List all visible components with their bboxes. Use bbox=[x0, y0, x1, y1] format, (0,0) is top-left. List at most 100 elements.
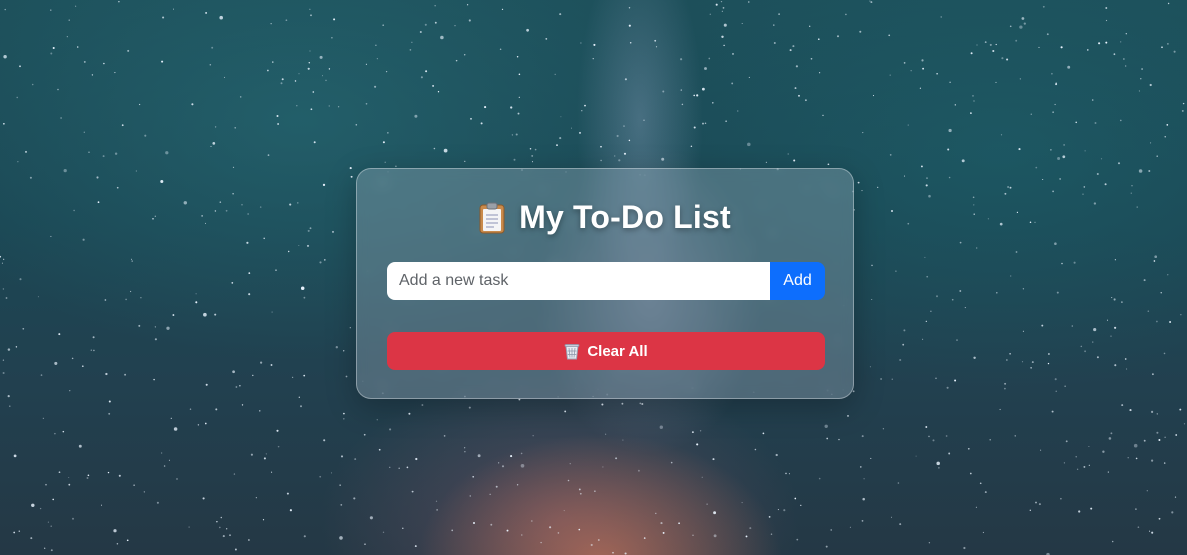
star bbox=[1064, 385, 1066, 387]
star bbox=[637, 469, 640, 472]
star bbox=[333, 18, 336, 21]
star bbox=[39, 507, 42, 510]
star bbox=[45, 483, 47, 486]
star bbox=[50, 9, 52, 11]
star bbox=[1041, 324, 1044, 327]
star bbox=[434, 21, 437, 24]
star bbox=[910, 70, 912, 72]
star bbox=[818, 477, 821, 480]
star bbox=[44, 547, 46, 549]
star bbox=[436, 509, 438, 511]
star bbox=[557, 532, 560, 534]
add-button[interactable]: Add bbox=[770, 262, 825, 300]
star bbox=[22, 327, 25, 330]
star bbox=[29, 176, 32, 179]
star bbox=[936, 461, 940, 466]
star bbox=[680, 58, 683, 61]
star bbox=[1046, 33, 1049, 36]
star bbox=[976, 247, 978, 249]
star bbox=[1105, 19, 1108, 22]
star bbox=[713, 534, 717, 538]
star bbox=[1135, 457, 1138, 460]
star bbox=[1083, 186, 1086, 188]
star bbox=[530, 520, 533, 522]
star bbox=[124, 373, 127, 376]
star bbox=[116, 186, 119, 189]
star bbox=[160, 179, 164, 184]
star bbox=[678, 522, 680, 525]
star bbox=[1181, 109, 1184, 112]
star bbox=[1035, 166, 1038, 169]
star bbox=[58, 333, 61, 336]
star bbox=[307, 229, 310, 232]
star bbox=[1015, 39, 1018, 42]
star bbox=[1034, 221, 1036, 223]
star bbox=[335, 346, 338, 349]
star bbox=[863, 478, 865, 480]
star bbox=[976, 44, 978, 46]
star bbox=[464, 451, 466, 453]
star bbox=[1091, 99, 1094, 101]
star bbox=[1096, 356, 1099, 359]
star bbox=[470, 117, 472, 120]
star bbox=[1098, 42, 1101, 45]
star bbox=[480, 122, 483, 125]
star bbox=[402, 527, 404, 530]
star bbox=[928, 194, 931, 198]
star bbox=[754, 448, 757, 451]
star bbox=[133, 484, 135, 486]
star bbox=[1021, 17, 1025, 20]
star bbox=[560, 116, 562, 118]
star bbox=[516, 484, 519, 486]
star bbox=[723, 23, 727, 27]
star bbox=[154, 215, 156, 217]
star bbox=[1114, 326, 1117, 329]
star bbox=[9, 405, 11, 407]
star bbox=[1054, 378, 1057, 381]
star bbox=[73, 209, 75, 212]
star bbox=[468, 19, 471, 22]
star bbox=[463, 54, 466, 56]
star bbox=[382, 141, 385, 144]
star bbox=[300, 405, 302, 408]
clear-all-button[interactable]: Clear All bbox=[387, 332, 825, 370]
star bbox=[989, 438, 991, 441]
star bbox=[1038, 46, 1040, 48]
star bbox=[670, 461, 673, 464]
star bbox=[545, 38, 548, 40]
star bbox=[999, 408, 1001, 411]
star bbox=[890, 516, 893, 518]
star bbox=[50, 549, 53, 552]
star bbox=[559, 137, 562, 140]
star bbox=[940, 16, 942, 18]
star bbox=[859, 30, 862, 33]
new-task-input[interactable] bbox=[387, 262, 770, 300]
star bbox=[205, 383, 208, 386]
star bbox=[690, 145, 693, 148]
star bbox=[17, 161, 19, 163]
star bbox=[1167, 2, 1170, 5]
star bbox=[680, 89, 682, 91]
star bbox=[602, 466, 604, 468]
star bbox=[584, 104, 586, 107]
page-title: My To-Do List bbox=[519, 199, 731, 235]
star bbox=[1138, 169, 1143, 173]
star bbox=[1052, 111, 1054, 113]
star bbox=[225, 209, 228, 212]
star bbox=[722, 7, 725, 9]
star bbox=[2, 371, 5, 375]
star bbox=[1137, 526, 1140, 529]
star bbox=[615, 457, 618, 460]
star bbox=[289, 203, 292, 206]
star bbox=[975, 506, 977, 508]
star bbox=[877, 186, 879, 189]
star bbox=[921, 59, 924, 62]
star bbox=[691, 431, 694, 434]
star bbox=[309, 227, 312, 230]
star bbox=[1019, 78, 1021, 80]
star bbox=[556, 144, 558, 147]
star bbox=[623, 152, 627, 155]
star bbox=[1146, 490, 1148, 492]
star bbox=[226, 528, 228, 530]
star bbox=[1051, 410, 1054, 413]
